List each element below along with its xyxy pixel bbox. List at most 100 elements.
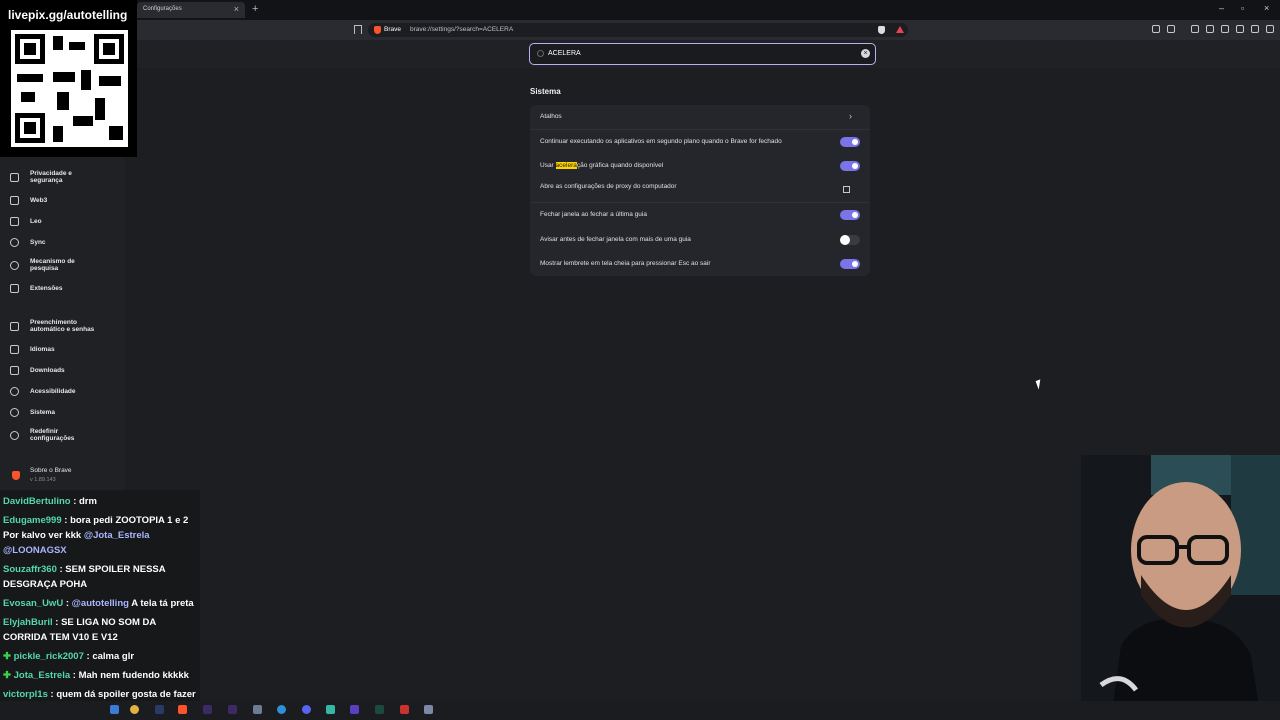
settings-search-input[interactable]: ACELERA × xyxy=(529,43,876,65)
chat-username: Jota_Estrela xyxy=(13,670,71,681)
chat-text: : calma glr xyxy=(83,651,135,662)
extensions-icon[interactable] xyxy=(1236,25,1244,33)
mouse-cursor xyxy=(1035,379,1044,390)
bookmark-icon[interactable] xyxy=(354,25,362,34)
brave-icon xyxy=(374,26,381,34)
fullscreen-reminder-row: Mostrar lembrete em tela cheia para pres… xyxy=(540,254,860,274)
sidebar-item-leo[interactable]: Leo xyxy=(10,217,122,226)
fullscreen-reminder-label: Mostrar lembrete em tela cheia para pres… xyxy=(540,260,711,267)
qr-url: livepix.gg/autotelling xyxy=(8,8,128,22)
app-icon[interactable] xyxy=(424,705,433,714)
music-icon[interactable] xyxy=(1191,25,1199,33)
windows-icon[interactable] xyxy=(110,705,119,714)
external-link-icon xyxy=(843,186,850,193)
warn-close-toggle[interactable] xyxy=(840,235,860,245)
sidebar-item-label: Extensões xyxy=(30,285,63,292)
close-window-toggle[interactable] xyxy=(840,210,860,220)
sidebar-item-languages[interactable]: Idiomas xyxy=(10,345,122,354)
sync-icon xyxy=(10,238,19,247)
sidebar-item-label: Preenchimento automático e senhas xyxy=(30,319,95,333)
background-apps-toggle[interactable] xyxy=(840,137,860,147)
chat-text: : Mah nem fudendo kkkkk xyxy=(70,670,189,681)
sidebar-toggle-icon[interactable] xyxy=(1206,25,1214,33)
qr-code xyxy=(11,30,128,147)
brave-taskbar-icon[interactable] xyxy=(178,705,187,714)
hardware-acceleration-label: Usar aceleração gráfica quando disponíve… xyxy=(540,162,663,169)
chat-text: : drm xyxy=(70,496,97,507)
menu-icon[interactable] xyxy=(1266,25,1274,33)
chat-text: A tela tá preta xyxy=(128,598,194,609)
divider xyxy=(530,129,870,130)
lock-icon xyxy=(10,172,19,182)
sidebar-item-downloads[interactable]: Downloads xyxy=(10,366,122,375)
sidebar-item-about[interactable]: Sobre o Brave xyxy=(30,467,72,474)
proxy-row[interactable]: Abre as configurações de proxy do comput… xyxy=(540,180,860,200)
shields-icon[interactable] xyxy=(878,26,885,34)
vpn-icon[interactable] xyxy=(1251,25,1259,33)
background-apps-row: Continuar executando os aplicativos em s… xyxy=(540,132,860,152)
search-highlight: acelera xyxy=(555,162,577,169)
media-toolbar-icon[interactable] xyxy=(1167,25,1175,33)
wallet-icon[interactable] xyxy=(1221,25,1229,33)
sub-badge-icon: ✚ xyxy=(3,651,11,662)
chat-message: Souzaffr360 : SEM SPOILER NESSA DESGRAÇA… xyxy=(3,562,200,592)
warn-close-label: Avisar antes de fechar janela com mais d… xyxy=(540,236,691,243)
chat-message: DavidBertulino : drm xyxy=(3,494,200,509)
sidebar-item-label: Web3 xyxy=(30,197,48,204)
sidebar-item-search-engine[interactable]: Mecanismo de pesquisa xyxy=(10,258,122,272)
edge-icon[interactable] xyxy=(277,705,286,714)
minimize-icon[interactable]: – xyxy=(1219,3,1224,13)
sidebar-item-extensions[interactable]: Extensões xyxy=(10,284,122,293)
sidebar-item-accessibility[interactable]: Acessibilidade xyxy=(10,387,122,396)
calculator-icon[interactable] xyxy=(253,705,262,714)
shortcuts-row[interactable]: Atalhos › xyxy=(540,107,860,127)
chat-username: Souzaffr360 xyxy=(3,564,57,575)
reset-icon xyxy=(10,430,19,440)
sidebar-item-privacy[interactable]: Privacidade e segurança xyxy=(10,170,122,184)
chevron-right-icon: › xyxy=(849,111,852,121)
donation-qr-overlay: livepix.gg/autotelling xyxy=(0,0,137,157)
app-icon[interactable] xyxy=(326,705,335,714)
sidebar-item-reset[interactable]: Redefinir configurações xyxy=(10,428,122,442)
chat-message: ✚ pickle_rick2007 : calma glr xyxy=(3,649,200,664)
wallet-toolbar-icon[interactable] xyxy=(1152,25,1160,33)
system-settings-card: Atalhos › Continuar executando os aplica… xyxy=(530,105,870,276)
sidebar-item-label: Leo xyxy=(30,218,42,225)
premiere-icon[interactable] xyxy=(203,705,212,714)
media-encoder-icon[interactable] xyxy=(228,705,237,714)
restore-icon[interactable]: ▫ xyxy=(1241,3,1244,13)
sidebar-item-autofill[interactable]: Preenchimento automático e senhas xyxy=(10,319,122,333)
chat-message: Evosan_UwU : @autotelling A tela tá pret… xyxy=(3,596,200,611)
rewards-icon[interactable] xyxy=(896,26,904,33)
sidebar-item-web3[interactable]: Web3 xyxy=(10,196,122,205)
toolbar: Brave brave://settings/?search=ACELERA xyxy=(0,20,1280,40)
download-icon xyxy=(10,366,19,375)
chat-mention: @LOONAGSX xyxy=(3,545,67,556)
tab-close-icon[interactable]: × xyxy=(234,4,239,14)
taskbar xyxy=(0,701,1280,720)
app-icon[interactable] xyxy=(400,705,409,714)
proxy-label: Abre as configurações de proxy do comput… xyxy=(540,183,677,190)
sidebar-item-label: Idiomas xyxy=(30,346,55,353)
sidebar-item-sync[interactable]: Sync xyxy=(10,238,122,247)
address-bar[interactable]: Brave brave://settings/?search=ACELERA xyxy=(368,23,908,37)
new-tab-icon[interactable]: + xyxy=(252,3,258,15)
audition-icon[interactable] xyxy=(375,705,384,714)
chrome-icon[interactable] xyxy=(130,705,139,714)
close-window-icon[interactable]: × xyxy=(1264,3,1269,13)
brave-logo-icon xyxy=(12,471,20,480)
gear-icon xyxy=(10,408,19,417)
sidebar-item-label: Privacidade e segurança xyxy=(30,170,72,184)
clear-search-icon[interactable]: × xyxy=(861,49,870,58)
tab-title: Configurações xyxy=(143,6,182,12)
background-apps-label: Continuar executando os aplicativos em s… xyxy=(540,138,782,145)
fullscreen-reminder-toggle[interactable] xyxy=(840,259,860,269)
discord-icon[interactable] xyxy=(302,705,311,714)
app-icon[interactable] xyxy=(350,705,359,714)
photoshop-icon[interactable] xyxy=(155,705,164,714)
sidebar-item-system[interactable]: Sistema xyxy=(10,408,122,417)
tab-settings[interactable]: Configurações × xyxy=(137,2,245,18)
close-window-row: Fechar janela ao fechar a última guia xyxy=(540,205,860,225)
sidebar-item-label: Sistema xyxy=(30,409,55,416)
hardware-acceleration-toggle[interactable] xyxy=(840,161,860,171)
